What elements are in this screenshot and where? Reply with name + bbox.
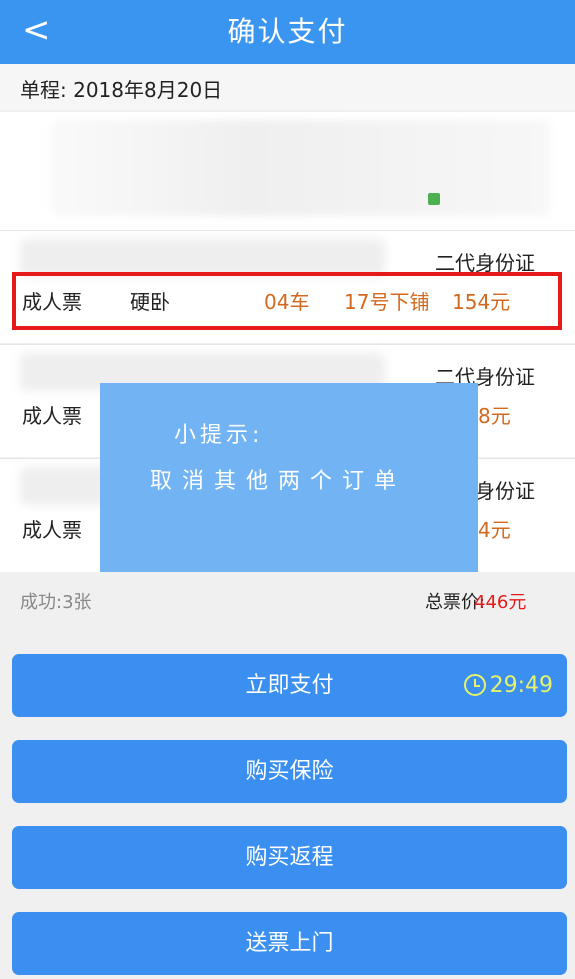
highlight-annotation (12, 272, 562, 330)
blurred-train-info (50, 120, 550, 216)
trip-date-label: 单程: 2018年8月20日 (20, 78, 223, 102)
clock-icon (463, 674, 486, 696)
buy-return-label: 购买返程 (245, 845, 334, 870)
ticket-price: 4元 (478, 518, 511, 542)
tip-message: 取消其他两个订单 (150, 469, 407, 494)
train-info-card (0, 112, 575, 230)
pay-now-button[interactable]: 立即支付 29:49 (12, 654, 567, 717)
trip-date-row: 单程: 2018年8月20日 (0, 64, 575, 110)
success-count: 成功:3张 (20, 592, 92, 613)
buy-return-button[interactable]: 购买返程 (12, 826, 567, 889)
buy-insurance-button[interactable]: 购买保险 (12, 740, 567, 803)
timer-value: 29:49 (489, 673, 553, 698)
buy-insurance-label: 购买保险 (245, 759, 334, 784)
tip-overlay: 小提示: 取消其他两个订单 (100, 383, 478, 573)
page-title: 确认支付 (227, 15, 348, 48)
ticket-type: 成人票 (22, 404, 82, 428)
tip-title: 小提示: (174, 423, 264, 448)
deliver-ticket-button[interactable]: 送票上门 (12, 912, 567, 975)
countdown-timer: 29:49 (463, 654, 553, 717)
header-bar: < 确认支付 (0, 0, 575, 64)
ticket-type: 成人票 (22, 518, 82, 542)
pay-now-label: 立即支付 (245, 673, 334, 698)
summary-bar: 成功:3张 总票价: 446元 (0, 572, 575, 628)
deliver-ticket-label: 送票上门 (245, 931, 334, 956)
green-tag-icon (428, 193, 440, 205)
id-type: 身份证 (475, 479, 535, 503)
total-price-value: 446元 (474, 592, 527, 613)
ticket-price: 8元 (478, 404, 511, 428)
